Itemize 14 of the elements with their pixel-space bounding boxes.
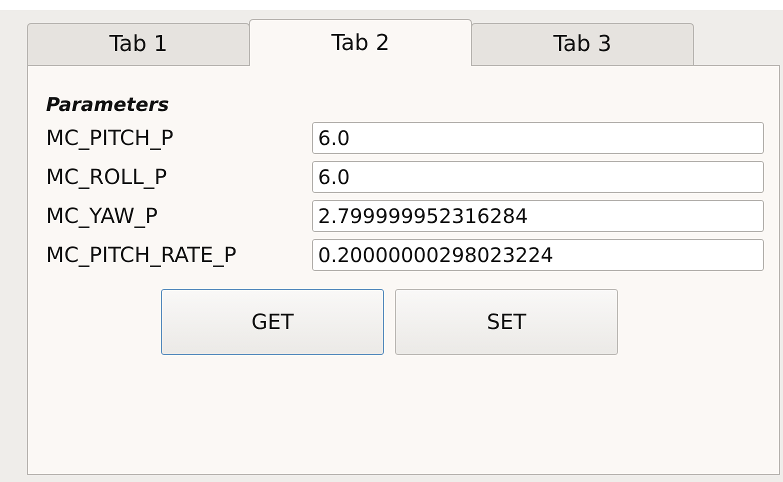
parameter-label: MC_ROLL_P bbox=[46, 164, 168, 191]
parameter-field[interactable]: 2.799999952316284 bbox=[312, 200, 764, 232]
section-title: Parameters bbox=[46, 94, 170, 116]
parameter-field[interactable]: 6.0 bbox=[312, 122, 764, 154]
parameter-label: MC_PITCH_RATE_P bbox=[46, 242, 238, 269]
parameter-field[interactable]: 6.0 bbox=[312, 161, 764, 193]
parameter-field[interactable]: 0.20000000298023224 bbox=[312, 239, 764, 271]
tab[interactable]: Tab 2 bbox=[249, 19, 472, 66]
get-button[interactable]: GET bbox=[161, 289, 384, 355]
tab[interactable]: Tab 1 bbox=[27, 23, 250, 65]
set-button[interactable]: SET bbox=[395, 289, 618, 355]
tab[interactable]: Tab 3 bbox=[471, 23, 694, 65]
parameter-label: MC_YAW_P bbox=[46, 203, 159, 230]
parameter-label: MC_PITCH_P bbox=[46, 125, 174, 152]
